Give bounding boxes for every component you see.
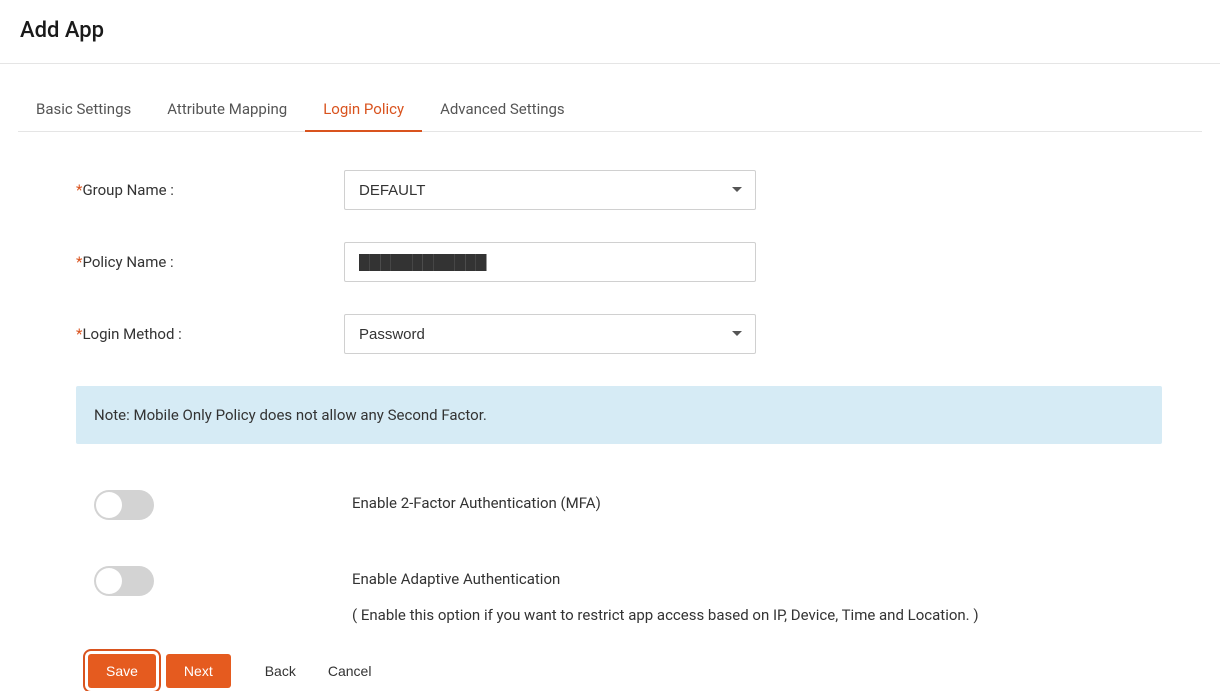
- next-button[interactable]: Next: [166, 654, 231, 688]
- tab-login-policy[interactable]: Login Policy: [305, 88, 422, 132]
- back-button[interactable]: Back: [249, 654, 312, 688]
- login-method-row: *Login Method : Password: [76, 314, 1202, 354]
- cancel-button[interactable]: Cancel: [312, 654, 388, 688]
- policy-name-label-text: Policy Name :: [82, 253, 173, 271]
- save-button[interactable]: Save: [88, 654, 156, 688]
- tab-bar: Basic Settings Attribute Mapping Login P…: [18, 88, 1202, 132]
- adaptive-toggle-knob: [96, 568, 122, 594]
- tab-basic-settings[interactable]: Basic Settings: [18, 88, 149, 132]
- button-row: Save Next Back Cancel: [76, 654, 1202, 688]
- login-method-select[interactable]: Password: [344, 314, 756, 354]
- adaptive-toggle[interactable]: [94, 566, 154, 596]
- group-name-select[interactable]: DEFAULT: [344, 170, 756, 210]
- policy-name-row: *Policy Name :: [76, 242, 1202, 282]
- mfa-toggle-knob: [96, 492, 122, 518]
- adaptive-toggle-label: Enable Adaptive Authentication: [352, 570, 979, 588]
- policy-name-input[interactable]: [344, 242, 756, 282]
- adaptive-toggle-sublabel: ( Enable this option if you want to rest…: [352, 606, 979, 624]
- tab-attribute-mapping[interactable]: Attribute Mapping: [149, 88, 305, 132]
- policy-name-label: *Policy Name :: [76, 253, 344, 271]
- login-method-label: *Login Method :: [76, 325, 344, 343]
- page-header: Add App: [0, 0, 1220, 64]
- adaptive-toggle-label-wrap: Enable Adaptive Authentication ( Enable …: [352, 566, 979, 624]
- note-box: Note: Mobile Only Policy does not allow …: [76, 386, 1162, 444]
- page-title: Add App: [20, 18, 1200, 43]
- mfa-toggle[interactable]: [94, 490, 154, 520]
- content-wrapper: Basic Settings Attribute Mapping Login P…: [0, 88, 1220, 688]
- login-method-label-text: Login Method :: [82, 325, 181, 343]
- form-area: *Group Name : DEFAULT *Policy Name : *Lo…: [18, 132, 1202, 688]
- mfa-toggle-label-wrap: Enable 2-Factor Authentication (MFA): [352, 490, 601, 512]
- mfa-toggle-label: Enable 2-Factor Authentication (MFA): [352, 494, 601, 512]
- mfa-toggle-row: Enable 2-Factor Authentication (MFA): [76, 490, 1202, 520]
- group-name-label: *Group Name :: [76, 181, 344, 199]
- adaptive-toggle-row: Enable Adaptive Authentication ( Enable …: [76, 566, 1202, 624]
- group-name-row: *Group Name : DEFAULT: [76, 170, 1202, 210]
- group-name-label-text: Group Name :: [82, 181, 173, 199]
- tab-advanced-settings[interactable]: Advanced Settings: [422, 88, 583, 132]
